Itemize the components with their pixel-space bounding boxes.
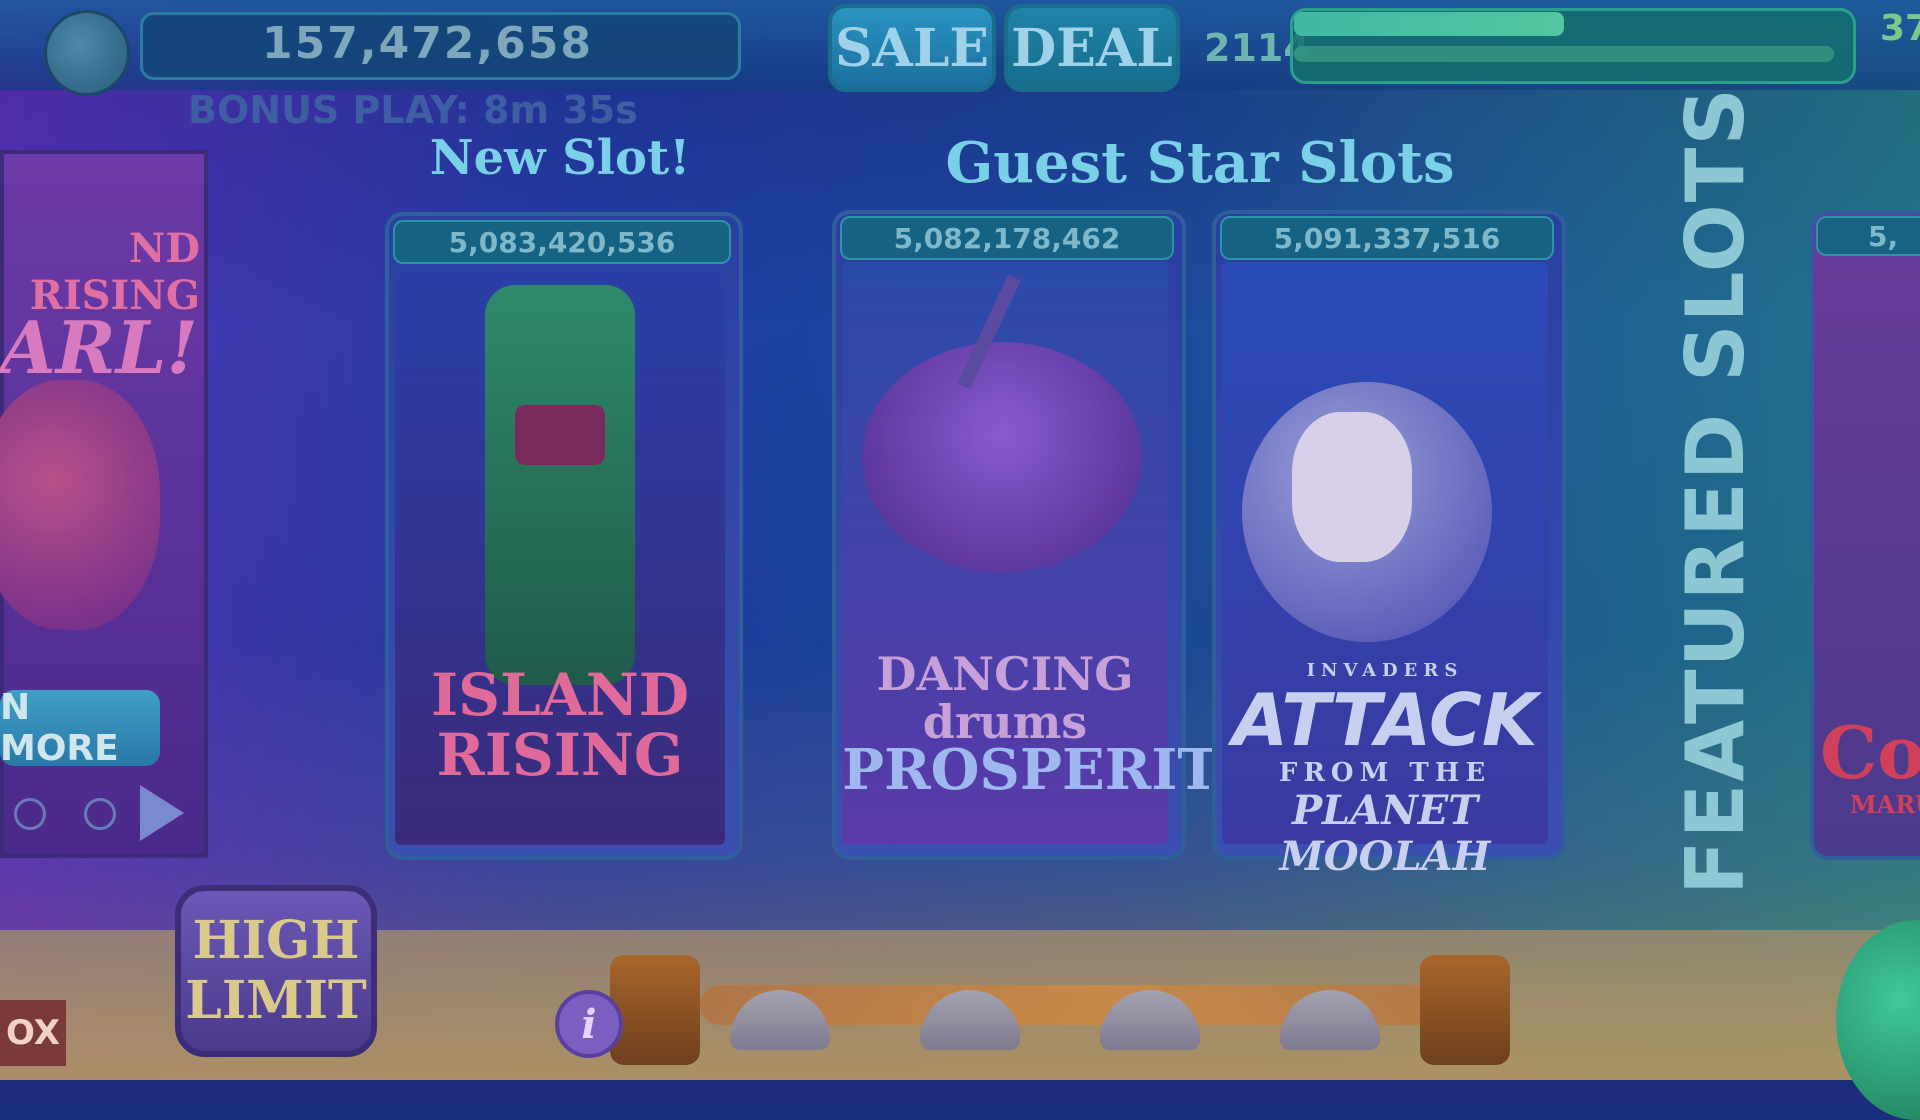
info-button[interactable]: i bbox=[555, 990, 623, 1058]
invaders-attack-logo: INVADERS ATTACK FROM THE PLANET MOOLAH bbox=[1222, 660, 1548, 880]
bonus-play-timer: BONUS PLAY: 8m 35s bbox=[188, 88, 638, 132]
logo-line: ISLAND bbox=[430, 661, 690, 729]
logo-line: RISING bbox=[436, 721, 684, 789]
balance-amount: 157,472,658 bbox=[262, 17, 593, 69]
top-right-value: 37 bbox=[1880, 8, 1920, 49]
tiki-statue-icon bbox=[1420, 955, 1510, 1065]
dancing-drums-logo: DANCING drums PROSPERITY bbox=[842, 647, 1260, 803]
cow-shape bbox=[1292, 412, 1412, 562]
logo-line: DANCING bbox=[876, 647, 1134, 701]
right-card-logo: Co bbox=[1820, 710, 1920, 795]
logo-line: PLANET MOOLAH bbox=[1279, 787, 1491, 880]
xp-bar-secondary bbox=[1294, 46, 1834, 62]
featured-slots-label: FEATURED SLOTS bbox=[1669, 86, 1762, 895]
high-limit-line: HIGH bbox=[192, 910, 360, 971]
high-limit-line: LIMIT bbox=[185, 970, 367, 1031]
crystal-orb-image bbox=[0, 380, 160, 630]
jackpot-amount: 5,083,420,536 bbox=[393, 220, 731, 264]
jackpot-amount: 5, bbox=[1816, 216, 1920, 256]
jackpot-amount: 5,091,337,516 bbox=[1220, 216, 1554, 260]
carousel-dot[interactable] bbox=[84, 798, 116, 830]
carousel-dot[interactable] bbox=[14, 798, 46, 830]
logo-line: ATTACK bbox=[1232, 678, 1538, 762]
coin-icon[interactable] bbox=[44, 10, 130, 96]
featured-slots-text: FEATURED SLOTS bbox=[1668, 85, 1762, 895]
new-slot-header: New Slot! bbox=[429, 130, 691, 186]
deal-button[interactable]: DEAL bbox=[1004, 4, 1180, 92]
learn-more-button[interactable]: N MORE bbox=[0, 687, 160, 769]
tiki-mouth-shape bbox=[515, 405, 605, 465]
drum-shape bbox=[862, 342, 1142, 572]
inbox-button[interactable]: OX bbox=[0, 1000, 66, 1066]
right-card-logo-sub: MARUG bbox=[1850, 790, 1920, 819]
sale-button[interactable]: SALE bbox=[828, 4, 996, 92]
logo-line: PROSPERITY bbox=[842, 737, 1260, 803]
island-rising-logo: ISLAND RISING bbox=[420, 665, 700, 785]
tiki-statue-icon bbox=[610, 955, 700, 1065]
high-limit-button[interactable]: HIGH LIMIT bbox=[175, 885, 377, 1057]
guest-star-slots-header: Guest Star Slots bbox=[945, 130, 1455, 196]
promo-card-word: ARL! bbox=[0, 305, 198, 390]
tiki-totem-shape bbox=[485, 285, 635, 685]
xp-bar-fill bbox=[1294, 12, 1564, 36]
logo-line: FROM THE bbox=[1278, 758, 1492, 788]
carousel-next-arrow-icon[interactable] bbox=[140, 785, 184, 841]
jackpot-amount: 5,082,178,462 bbox=[840, 216, 1174, 260]
